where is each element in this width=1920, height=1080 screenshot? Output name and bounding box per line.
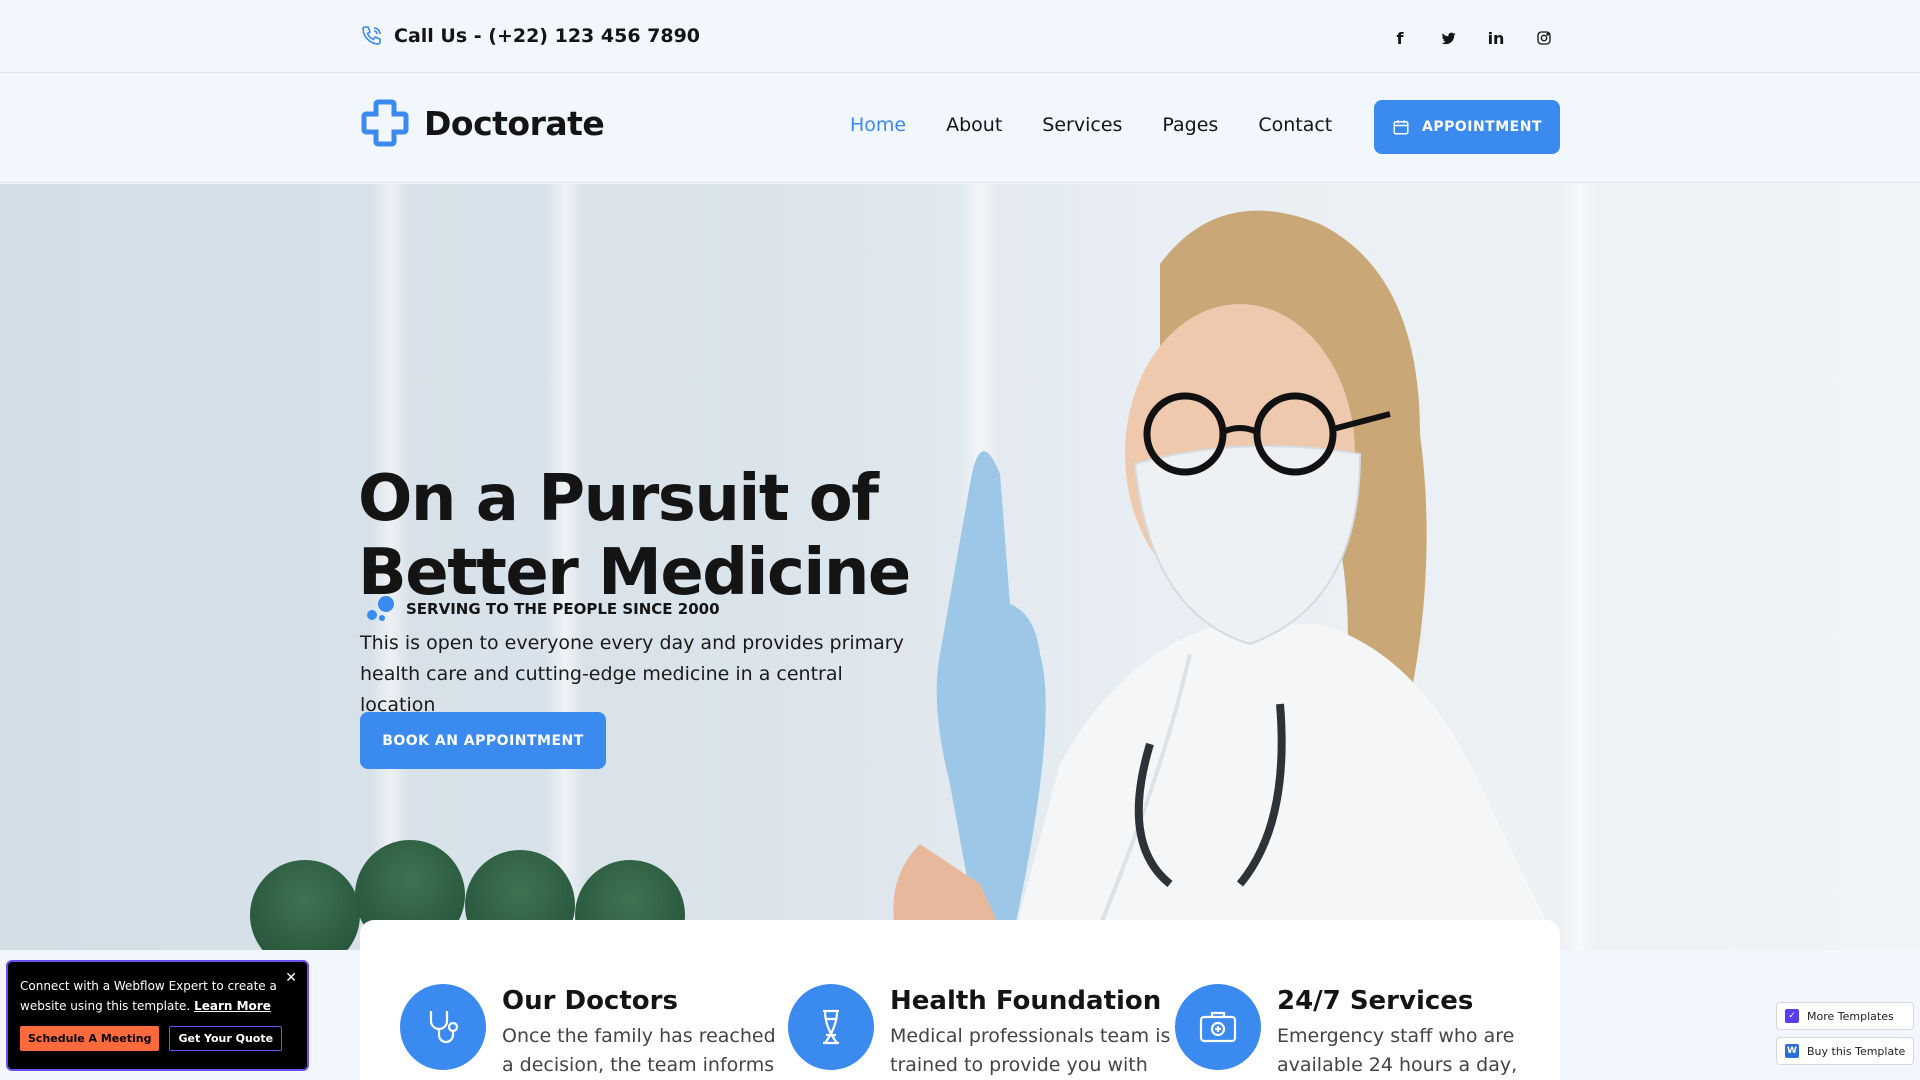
nav-services[interactable]: Services xyxy=(1042,114,1122,136)
call-us[interactable]: Call Us - (+22) 123 456 7890 xyxy=(360,24,700,48)
first-aid-kit-icon xyxy=(1175,984,1261,1070)
calendar-icon xyxy=(1393,120,1409,135)
phone-icon xyxy=(362,26,381,45)
nav-menu: Home About Services Pages Contact xyxy=(850,114,1332,136)
brand-name: Doctorate xyxy=(424,103,605,143)
service-text: Emergency staff who are available 24 hou… xyxy=(1277,1025,1518,1076)
buy-template-button[interactable]: W Buy this Template xyxy=(1776,1037,1914,1065)
webflow-expert-popup: ✕ Connect with a Webflow Expert to creat… xyxy=(6,960,309,1071)
service-title: Health Foundation xyxy=(890,986,1162,1016)
appointment-button[interactable]: APPOINTMENT xyxy=(1374,100,1560,154)
facebook-icon[interactable]: f xyxy=(1376,24,1424,52)
medical-cross-icon xyxy=(361,99,409,147)
nav-contact[interactable]: Contact xyxy=(1258,114,1332,136)
social-links: f in xyxy=(1376,24,1568,52)
nav-pages[interactable]: Pages xyxy=(1162,114,1218,136)
instagram-icon[interactable] xyxy=(1520,24,1568,52)
twitter-icon[interactable] xyxy=(1424,24,1472,52)
service-title: Our Doctors xyxy=(502,986,678,1016)
service-24-7[interactable]: 24/7 Services Emergency staff who are av… xyxy=(1175,984,1567,1080)
hero-title-line-1: On a Pursuit of xyxy=(358,462,879,536)
schedule-meeting-button[interactable]: Schedule A Meeting xyxy=(20,1026,160,1051)
webflow-icon: ✓ xyxy=(1785,1009,1799,1023)
service-title: 24/7 Services xyxy=(1277,986,1474,1016)
logo[interactable]: Doctorate xyxy=(360,98,605,148)
service-health-foundation[interactable]: Health Foundation Medical professionals … xyxy=(788,984,1180,1080)
get-quote-button[interactable]: Get Your Quote xyxy=(169,1026,283,1051)
buy-template-label: Buy this Template xyxy=(1807,1044,1906,1058)
main-navbar: Doctorate Home About Services Pages Cont… xyxy=(0,74,1920,183)
hero-title-line-2: Better Medicine xyxy=(358,536,911,610)
linkedin-icon[interactable]: in xyxy=(1472,24,1520,52)
call-us-text: Call Us - (+22) 123 456 7890 xyxy=(394,25,701,47)
appointment-button-label: APPOINTMENT xyxy=(1422,119,1542,135)
stethoscope-icon xyxy=(400,984,486,1070)
more-templates-button[interactable]: ✓ More Templates xyxy=(1776,1002,1914,1030)
service-our-doctors[interactable]: Our Doctors Once the family has reached … xyxy=(400,984,792,1080)
more-templates-label: More Templates xyxy=(1807,1009,1894,1023)
service-text: Once the family has reached a decision, … xyxy=(502,1025,776,1076)
nav-home[interactable]: Home xyxy=(850,114,906,136)
service-text: Medical professionals team is trained to… xyxy=(890,1025,1171,1076)
book-appointment-button[interactable]: BOOK AN APPOINTMENT xyxy=(360,712,606,769)
hero-title: On a Pursuit of Better Medicine xyxy=(358,462,978,610)
services-card: Our Doctors Once the family has reached … xyxy=(360,920,1560,1080)
webflow-icon: W xyxy=(1785,1044,1799,1058)
hero-description: This is open to everyone every day and p… xyxy=(360,632,904,716)
learn-more-link[interactable]: Learn More xyxy=(194,999,271,1013)
popup-message: Connect with a Webflow Expert to create … xyxy=(20,976,290,1016)
nav-about[interactable]: About xyxy=(946,114,1002,136)
top-bar: Call Us - (+22) 123 456 7890 f in xyxy=(0,0,1920,73)
dna-icon xyxy=(788,984,874,1070)
close-icon[interactable]: ✕ xyxy=(285,970,297,986)
